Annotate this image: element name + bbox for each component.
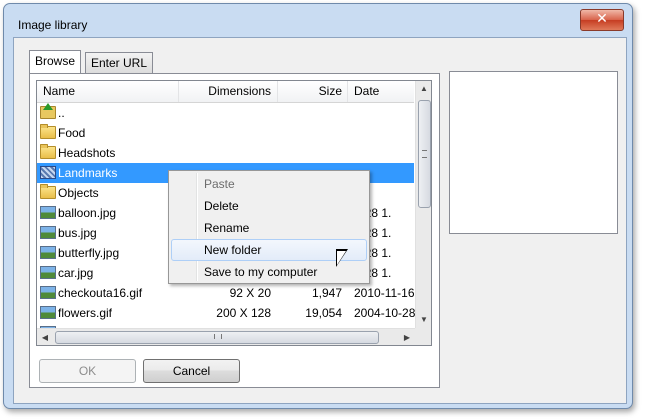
image-file-icon [40, 206, 56, 219]
table-row[interactable]: flowers.gif 200 X 128 19,054 2004-10-28 1. [37, 303, 420, 323]
file-name: flowers.gif [58, 306, 113, 320]
ok-button[interactable]: OK [39, 359, 136, 383]
cell-size [278, 103, 342, 123]
scrollbar-corner [415, 328, 431, 345]
grip-icon [214, 334, 222, 339]
cell-date: 2010-11-16 1. [354, 286, 420, 300]
horizontal-scroll-thumb[interactable] [55, 331, 379, 344]
table-row[interactable]: checkouta16.gif 92 X 20 1,947 2010-11-16 1. [37, 283, 420, 303]
close-icon: ✕ [596, 11, 608, 27]
folder-selected-icon [40, 166, 56, 179]
image-preview-pane [449, 71, 618, 234]
cell-dimensions: 92 X 20 [229, 286, 271, 300]
column-header-dimensions[interactable]: Dimensions [179, 81, 278, 102]
close-button[interactable]: ✕ [580, 9, 624, 31]
cell-dimensions [179, 143, 271, 163]
folder-icon [40, 124, 56, 139]
cell-date [348, 103, 420, 123]
file-name: balloon.jpg [58, 206, 117, 220]
table-row[interactable]: Headshots [37, 143, 414, 163]
cell-name: flowers.gif [40, 303, 190, 323]
image-file-icon [40, 266, 56, 279]
cell-size: 1,947 [311, 286, 342, 300]
folder-icon [40, 144, 56, 159]
cell-date [348, 143, 420, 163]
image-file-icon [40, 306, 56, 319]
vertical-scroll-thumb[interactable] [418, 100, 431, 208]
folder-icon [40, 184, 56, 199]
file-name: butterfly.jpg [58, 246, 120, 260]
file-name: Food [58, 126, 86, 140]
scroll-left-arrow-icon[interactable]: ◀ [37, 329, 53, 345]
folder-up-icon [40, 103, 56, 119]
file-name: bus.jpg [58, 226, 97, 240]
cell-size: 19,054 [305, 306, 342, 320]
dialog-title: Image library [18, 18, 88, 32]
scroll-down-arrow-icon[interactable]: ▼ [416, 312, 431, 328]
file-name: Landmarks [58, 166, 118, 180]
cell-dimensions: 200 X 128 [216, 306, 271, 320]
cell-dimensions [179, 103, 271, 123]
menu-item-delete[interactable]: Delete [171, 195, 367, 217]
grip-icon [422, 150, 427, 158]
file-name: car.jpg [58, 266, 94, 280]
cancel-button[interactable]: Cancel [143, 359, 240, 383]
cell-name: .. [40, 103, 190, 123]
cell-dimensions [179, 123, 271, 143]
image-file-icon [40, 246, 56, 259]
image-file-icon [40, 226, 56, 239]
cell-name: Food [40, 123, 190, 143]
scroll-right-arrow-icon[interactable]: ▶ [399, 329, 415, 345]
file-name: Objects [58, 186, 99, 200]
cell-size [278, 123, 342, 143]
vertical-scrollbar[interactable]: ▲ ▼ [415, 81, 431, 328]
menu-item-paste: Paste [204, 177, 235, 191]
column-header-name[interactable]: Name [37, 81, 179, 102]
tab-browse[interactable]: Browse [29, 50, 82, 73]
image-file-icon [40, 286, 56, 299]
horizontal-scrollbar[interactable]: ◀ ▶ [37, 328, 415, 345]
file-name: checkouta16.gif [58, 286, 143, 300]
table-row[interactable]: .. [37, 103, 414, 123]
column-header-row: Name Dimensions Size Date [37, 81, 414, 103]
tab-enter-url[interactable]: Enter URL [85, 52, 154, 73]
scroll-up-arrow-icon[interactable]: ▲ [416, 81, 431, 97]
cell-size [278, 143, 342, 163]
cell-name: Headshots [40, 143, 190, 163]
column-header-size[interactable]: Size [278, 81, 348, 102]
cell-date [348, 123, 420, 143]
menu-item-rename[interactable]: Rename [171, 217, 367, 239]
cell-date: 2004-10-28 1. [354, 306, 420, 320]
cell-name: checkouta16.gif [40, 283, 190, 303]
file-name: Headshots [58, 146, 116, 160]
table-row[interactable]: Food [37, 123, 414, 143]
file-name: .. [58, 106, 65, 120]
column-header-date[interactable]: Date [348, 81, 420, 102]
